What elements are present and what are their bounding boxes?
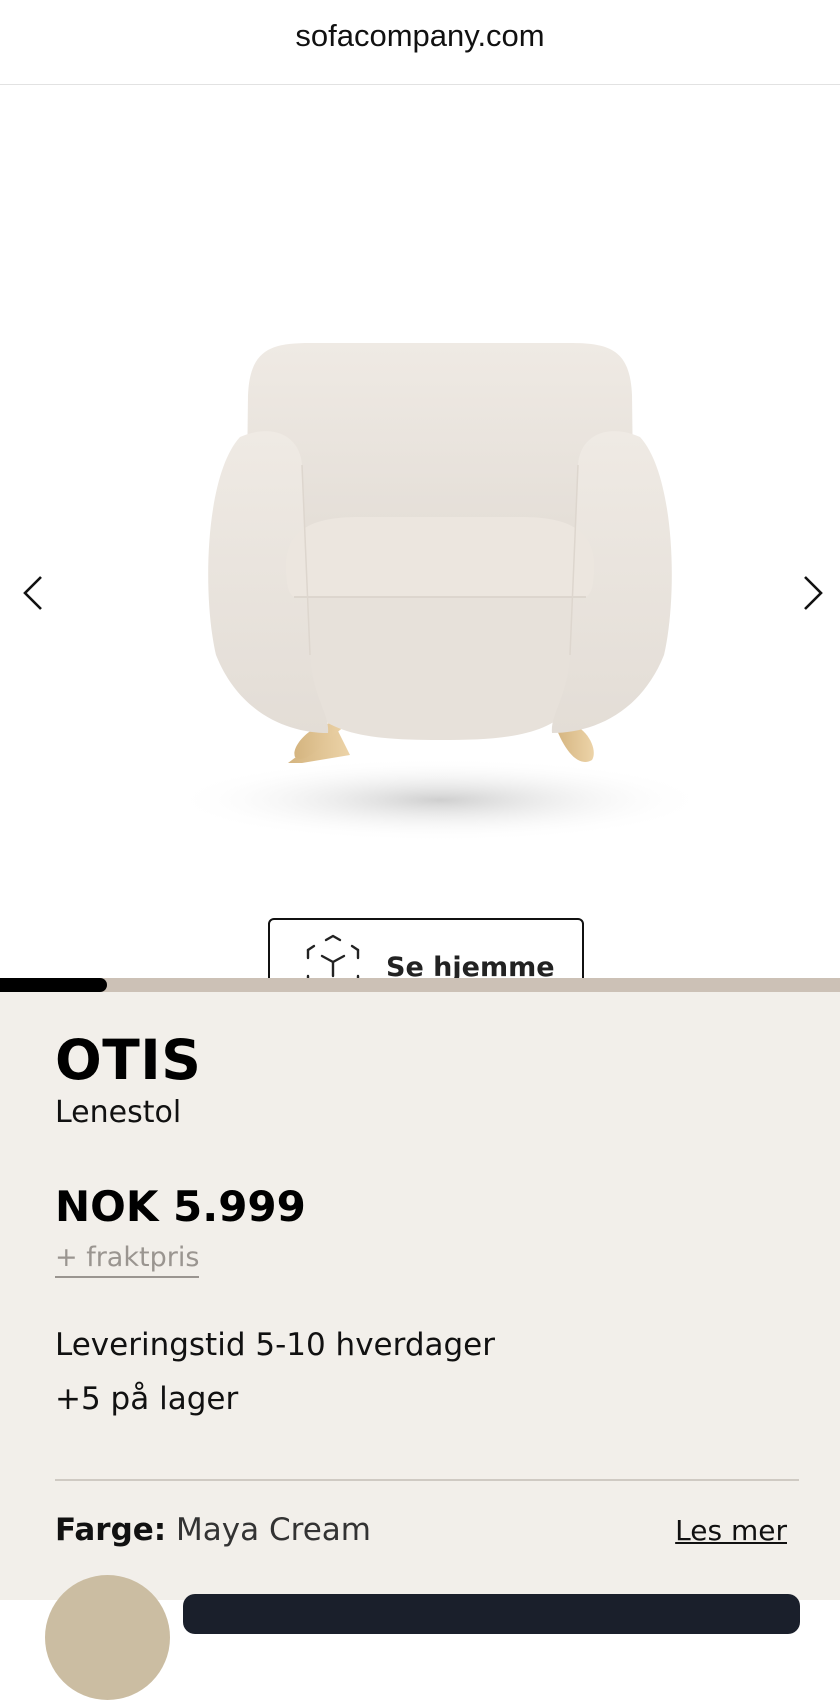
product-gallery[interactable]: Se hjemme [0,85,840,1016]
gallery-progress-fill [0,978,107,992]
product-image [170,343,710,842]
delivery-time: Leveringstid 5-10 hverdager [55,1327,495,1363]
color-value: Maya Cream [176,1512,371,1548]
gallery-progress-bar [0,978,840,992]
color-swatch[interactable] [45,1575,170,1700]
browser-address-bar[interactable]: sofacompany.com [0,0,840,85]
stock-status: +5 på lager [55,1381,239,1417]
product-category: Lenestol [55,1095,182,1130]
read-more-link[interactable]: Les mer [675,1514,787,1547]
url-text: sofacompany.com [295,18,545,53]
product-price: NOK 5.999 [55,1182,306,1231]
freight-price-link[interactable]: + fraktpris [55,1242,200,1278]
sticky-action-bar[interactable] [183,1594,800,1634]
product-title: OTIS [55,1028,202,1092]
color-selector-label: Farge: Maya Cream [55,1512,371,1548]
divider [55,1479,799,1481]
chevron-left-icon[interactable] [14,563,54,623]
color-label: Farge: [55,1512,167,1548]
chevron-right-icon[interactable] [792,563,832,623]
product-info-panel: OTIS Lenestol NOK 5.999 + fraktpris Leve… [0,992,840,1700]
